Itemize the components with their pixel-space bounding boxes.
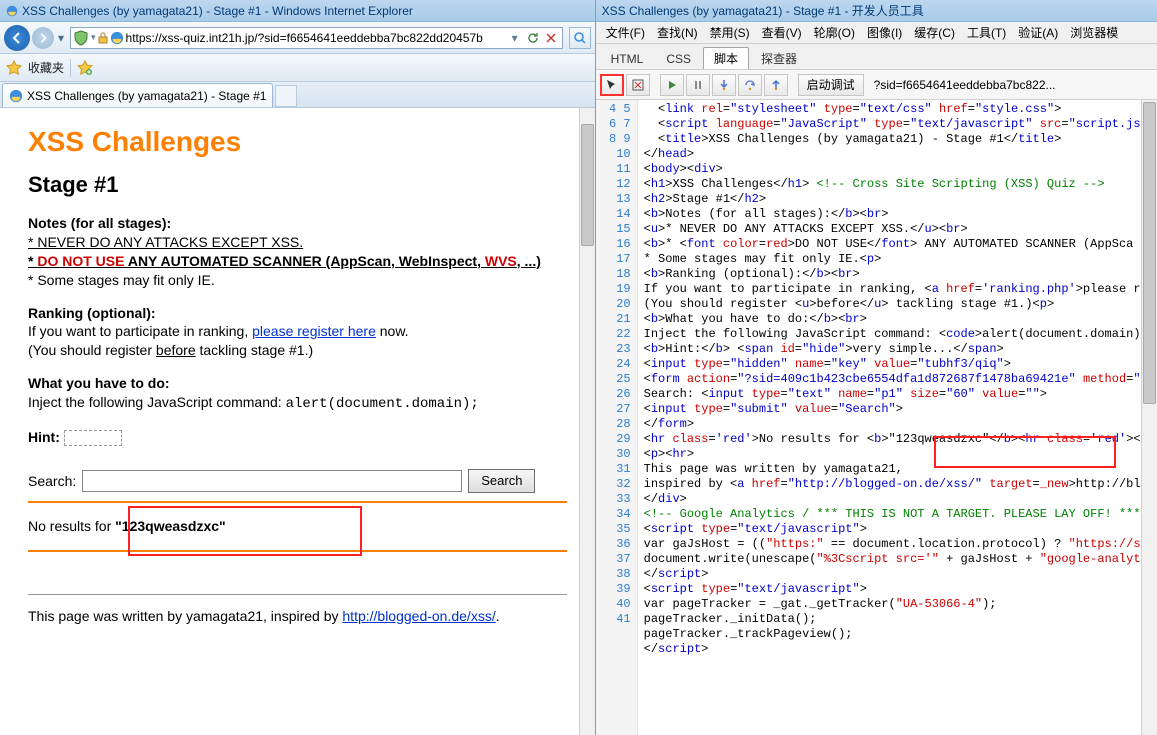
footer-line: This page was written by yamagata21, ins… (28, 601, 567, 626)
forward-button[interactable] (32, 27, 54, 49)
address-bar-icons: ▾ (73, 30, 124, 46)
menu-cache[interactable]: 缓存(C) (908, 24, 961, 41)
menu-outline[interactable]: 轮廓(O) (808, 24, 861, 41)
register-link[interactable]: please register here (252, 323, 376, 339)
menu-file[interactable]: 文件(F) (600, 24, 651, 41)
search-button[interactable]: Search (468, 469, 535, 493)
address-bar[interactable]: ▾ https://xss-quiz.int21h.jp/?sid=f66546… (70, 27, 563, 49)
address-dropdown[interactable]: ▾ (506, 29, 524, 47)
devtools-title: XSS Challenges (by yamagata21) - Stage #… (602, 2, 924, 19)
hint-hidden (64, 430, 122, 446)
ranking-line-2: (You should register before tackling sta… (28, 341, 567, 360)
page-content: XSS Challenges Stage #1 Notes (for all s… (0, 108, 595, 735)
search-icon (573, 31, 587, 45)
pause-icon (693, 80, 703, 90)
footer-link[interactable]: http://blogged-on.de/xss/ (342, 608, 495, 624)
continue-button[interactable] (660, 74, 684, 96)
devtools-window: XSS Challenges (by yamagata21) - Stage #… (596, 0, 1157, 735)
step-into-icon (718, 79, 730, 91)
ie-titlebar: XSS Challenges (by yamagata21) - Stage #… (0, 0, 595, 22)
step-over-icon (744, 79, 756, 91)
page-scrollbar[interactable] (579, 108, 595, 735)
hint-row: Hint: (28, 428, 567, 447)
play-icon (667, 80, 677, 90)
refresh-button[interactable] (524, 29, 542, 47)
new-tab-button[interactable] (275, 85, 297, 107)
browser-tab-active[interactable]: XSS Challenges (by yamagata21) - Stage #… (2, 83, 273, 107)
search-input[interactable] (82, 470, 462, 492)
page-h2: Stage #1 (28, 172, 567, 198)
menu-find[interactable]: 查找(N) (651, 24, 704, 41)
menu-validate[interactable]: 验证(A) (1012, 24, 1064, 41)
tab-script[interactable]: 脚本 (703, 47, 749, 69)
step-over-button[interactable] (738, 74, 762, 96)
add-favorite-icon[interactable] (77, 60, 93, 76)
note-3: * Some stages may fit only IE. (28, 271, 567, 290)
note-2: * DO NOT USE ANY AUTOMATED SCANNER (AppS… (28, 253, 541, 269)
ie-nav-bar: ▾ ▾ https://xss-quiz.int21h.jp/?sid=f665… (0, 22, 595, 54)
page-h1: XSS Challenges (28, 126, 567, 158)
shield-dropdown-icon[interactable]: ▾ (91, 32, 96, 43)
refresh-icon (527, 32, 539, 44)
lock-icon (98, 32, 108, 44)
hr-top (28, 501, 567, 503)
script-selector[interactable]: ?sid=f6654641eeddebba7bc822... (874, 78, 1056, 92)
devtools-tabs: HTML CSS 脚本 探查器 (596, 44, 1157, 70)
step-into-button[interactable] (712, 74, 736, 96)
code-scrollbar[interactable] (1141, 100, 1157, 735)
tab-strip: XSS Challenges (by yamagata21) - Stage #… (0, 82, 595, 108)
arrow-left-icon (11, 32, 23, 44)
menu-view[interactable]: 查看(V) (756, 24, 808, 41)
line-gutter: 4 5 6 7 8 9 10 11 12 13 14 15 16 17 18 1… (596, 100, 638, 735)
tab-profiler[interactable]: 探查器 (750, 47, 808, 69)
hr-footer (28, 594, 567, 595)
clear-icon (632, 79, 644, 91)
search-provider-button[interactable] (569, 27, 591, 49)
stop-icon (546, 33, 556, 43)
arrow-right-icon (38, 33, 48, 43)
back-button[interactable] (4, 25, 30, 51)
nav-history-dropdown[interactable]: ▾ (56, 25, 66, 51)
devtools-titlebar: XSS Challenges (by yamagata21) - Stage #… (596, 0, 1157, 22)
search-row: Search: Search (28, 469, 567, 493)
ie-page-icon (9, 89, 23, 103)
cursor-icon (606, 79, 618, 91)
note-1: * NEVER DO ANY ATTACKS EXCEPT XSS. (28, 234, 303, 250)
security-shield-icon[interactable] (73, 30, 89, 46)
address-url[interactable]: https://xss-quiz.int21h.jp/?sid=f6654641… (126, 31, 506, 45)
todo-line: Inject the following JavaScript command:… (28, 393, 567, 414)
step-out-icon (770, 79, 782, 91)
no-results-line: No results for "123qweasdzxc" (28, 511, 567, 542)
favorites-bar: 收藏夹 (0, 54, 595, 82)
menu-browsermode[interactable]: 浏览器模 (1064, 24, 1124, 41)
menu-tools[interactable]: 工具(T) (961, 24, 1012, 41)
search-label: Search: (28, 473, 76, 489)
pause-button[interactable] (686, 74, 710, 96)
stop-button[interactable] (542, 29, 560, 47)
browser-tab-label: XSS Challenges (by yamagata21) - Stage #… (27, 89, 266, 103)
menu-image[interactable]: 图像(I) (861, 24, 908, 41)
select-element-button[interactable] (600, 74, 624, 96)
start-debug-button[interactable]: 启动调试 (798, 74, 864, 96)
tab-html[interactable]: HTML (600, 47, 655, 69)
favorites-star-icon[interactable] (6, 60, 22, 76)
step-out-button[interactable] (764, 74, 788, 96)
notes-heading: Notes (for all stages): (28, 215, 171, 231)
ie-page-icon (110, 31, 124, 45)
menu-disable[interactable]: 禁用(S) (704, 24, 756, 41)
ranking-line: If you want to participate in ranking, p… (28, 322, 567, 341)
code-area: 4 5 6 7 8 9 10 11 12 13 14 15 16 17 18 1… (596, 100, 1157, 735)
devtools-menubar: 文件(F) 查找(N) 禁用(S) 查看(V) 轮廓(O) 图像(I) 缓存(C… (596, 22, 1157, 44)
tab-css[interactable]: CSS (655, 47, 702, 69)
clear-console-button[interactable] (626, 74, 650, 96)
devtools-toolbar: 启动调试 ?sid=f6654641eeddebba7bc822... (596, 70, 1157, 100)
ranking-heading: Ranking (optional): (28, 305, 156, 321)
favorites-label[interactable]: 收藏夹 (28, 59, 64, 76)
todo-heading: What you have to do: (28, 375, 170, 391)
ie-browser-window: XSS Challenges (by yamagata21) - Stage #… (0, 0, 596, 735)
ie-logo-icon (6, 5, 18, 17)
ie-title-text: XSS Challenges (by yamagata21) - Stage #… (22, 4, 413, 18)
hr-bottom (28, 550, 567, 552)
code-lines[interactable]: <link rel="stylesheet" type="text/css" h… (638, 100, 1157, 735)
